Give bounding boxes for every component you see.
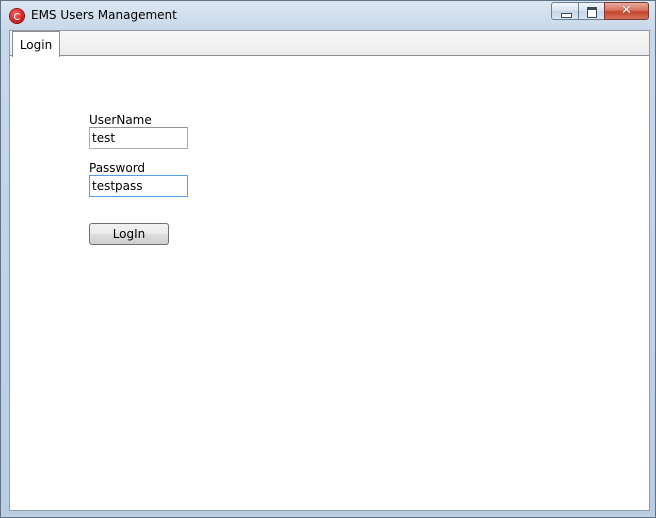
minimize-icon xyxy=(561,13,572,18)
caption-buttons: ✕ xyxy=(551,2,649,20)
maximize-button[interactable] xyxy=(578,2,604,20)
password-label: Password xyxy=(89,161,146,175)
maximize-icon xyxy=(587,7,597,18)
window-title: EMS Users Management xyxy=(31,8,177,22)
minimize-button[interactable] xyxy=(551,2,578,20)
app-icon[interactable] xyxy=(10,9,24,23)
app-window: EMS Users Management ✕ Login UserName Pa… xyxy=(0,0,656,518)
close-icon: ✕ xyxy=(621,3,632,18)
username-input[interactable] xyxy=(89,127,188,149)
tab-strip: Login xyxy=(10,31,649,57)
username-label: UserName xyxy=(89,113,152,127)
client-area: Login UserName Password LogIn xyxy=(9,30,650,511)
login-button[interactable]: LogIn xyxy=(89,223,169,245)
tab-login[interactable]: Login xyxy=(12,31,60,57)
password-input[interactable] xyxy=(89,175,188,197)
title-bar[interactable]: EMS Users Management ✕ xyxy=(1,1,655,29)
close-button[interactable]: ✕ xyxy=(604,2,649,20)
